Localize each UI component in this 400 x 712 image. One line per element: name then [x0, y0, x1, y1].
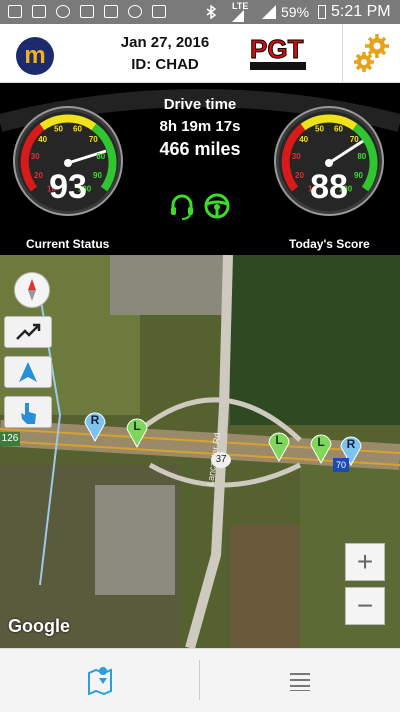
battery-percent: 59%: [281, 4, 310, 20]
bag-icon: [80, 5, 94, 18]
gallery-icon: [8, 5, 22, 18]
svg-text:R: R: [347, 437, 356, 451]
todays-score-value: 88: [310, 168, 348, 206]
route-shield-126: 126: [0, 432, 20, 446]
battery-icon: [318, 5, 326, 19]
map-pin-icon: [88, 667, 112, 695]
map-marker-r[interactable]: R: [82, 405, 108, 443]
gauge-scale-label: 60: [334, 124, 343, 133]
drive-time-value: 8h 19m 17s: [159, 118, 241, 135]
gauge-scale-label: 80: [96, 152, 105, 161]
list-icon: [290, 673, 310, 691]
gmail-icon: [152, 5, 166, 18]
gear-icon: [354, 34, 389, 72]
drive-miles: 466 miles: [159, 139, 241, 159]
driver-id: ID: CHAD: [131, 56, 199, 73]
gauge-scale-label: 40: [299, 135, 308, 144]
svg-text:L: L: [317, 435, 324, 449]
bluetooth-icon: [206, 5, 216, 19]
todays-score-label: Today's Score: [289, 237, 370, 251]
brand-logo: PGT: [246, 28, 310, 74]
logo-letter: m: [24, 42, 46, 69]
photo-icon: [32, 5, 46, 18]
wifi-call-icon: [56, 5, 70, 18]
zoom-out-button[interactable]: −: [345, 587, 385, 625]
current-status-value: 93: [49, 168, 87, 206]
compass-icon: [28, 279, 36, 301]
touch-mode-button[interactable]: [4, 396, 52, 428]
current-status-label: Current Status: [26, 237, 110, 251]
chat-icon: [128, 5, 142, 18]
brand-text: PGT: [250, 34, 304, 64]
headset-icon[interactable]: [168, 192, 196, 220]
trip-date: Jan 27, 2016: [120, 34, 210, 51]
list-tab[interactable]: [200, 649, 400, 711]
trend-arrow-icon: [16, 323, 41, 340]
gauge-scale-label: 30: [31, 152, 40, 161]
gauge-scale-label: 50: [54, 124, 63, 133]
hand-pointer-icon: [21, 403, 36, 424]
gauge-scale-label: 70: [89, 135, 98, 144]
signal-bars-icon: [262, 5, 276, 19]
settings-button[interactable]: [342, 24, 400, 82]
svg-text:L: L: [275, 433, 282, 447]
map-attribution: Google: [8, 616, 70, 636]
interstate-shield-70: 70: [333, 458, 349, 472]
map-view[interactable]: R L L L R 126 37 70 Lancaster Rd + −: [0, 255, 400, 648]
svg-text:R: R: [91, 413, 100, 427]
map-tab[interactable]: [0, 649, 199, 711]
map-marker-l[interactable]: L: [308, 427, 334, 465]
signal-icon: [232, 10, 244, 22]
app-logo[interactable]: m: [16, 37, 54, 75]
route-trend-button[interactable]: [4, 316, 52, 348]
map-marker-l[interactable]: L: [124, 411, 150, 449]
gauge-scale-label: 60: [73, 124, 82, 133]
status-bar: LTE 59% 5:21 PM: [0, 0, 400, 24]
gauge-scale-label: 80: [357, 152, 366, 161]
map-marker-l[interactable]: L: [266, 425, 292, 463]
mail-icon: [104, 5, 118, 18]
gauge-scale-label: 70: [350, 135, 359, 144]
steering-wheel-icon[interactable]: [203, 192, 231, 220]
app-header: [0, 24, 400, 83]
drive-time-label: Drive time: [163, 96, 237, 113]
svg-text:L: L: [133, 419, 140, 433]
navigate-button[interactable]: [4, 356, 52, 388]
clock: 5:21 PM: [331, 3, 391, 20]
zoom-in-button[interactable]: +: [345, 543, 385, 581]
navigation-arrow-icon: [19, 362, 37, 382]
gauge-scale-label: 30: [292, 152, 301, 161]
gauge-scale-label: 40: [38, 135, 47, 144]
compass-button[interactable]: [14, 272, 50, 308]
gauge-scale-label: 50: [315, 124, 324, 133]
